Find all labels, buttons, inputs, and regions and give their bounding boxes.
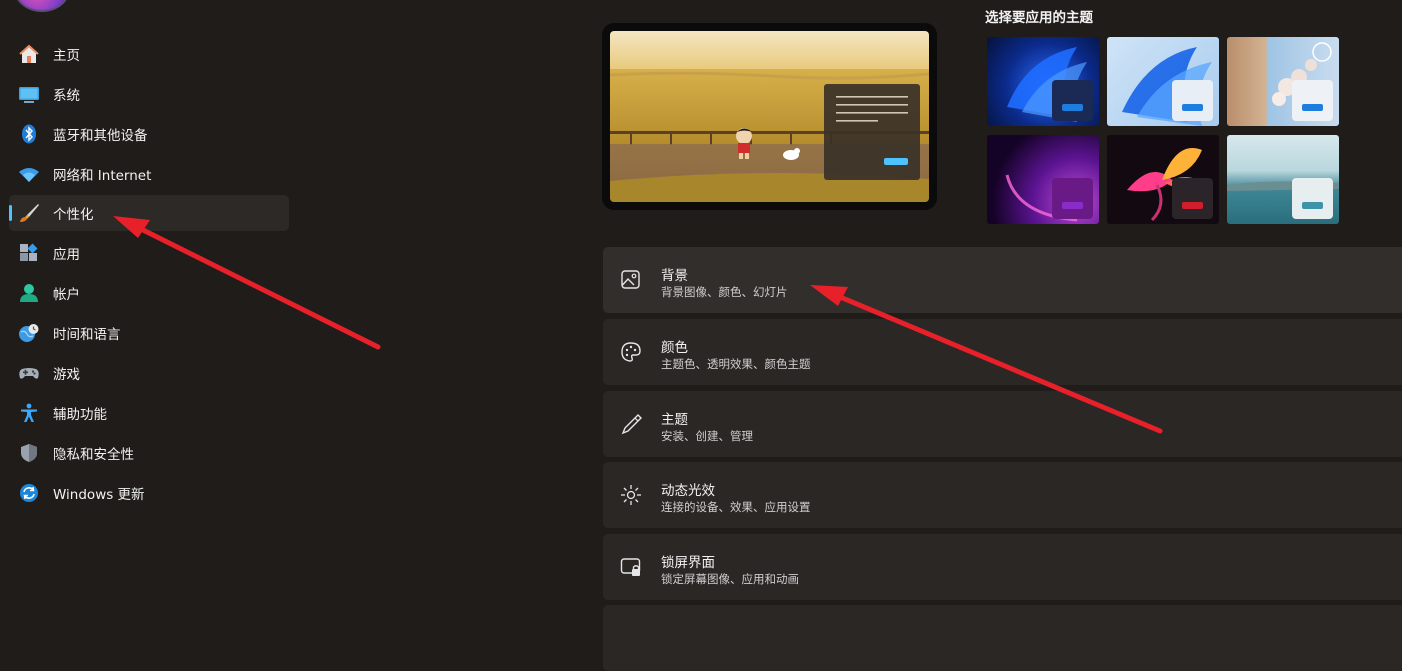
card-title: 背景 — [661, 268, 688, 284]
system-icon — [19, 87, 39, 103]
apps-icon — [20, 243, 38, 261]
card-subtitle: 锁定屏幕图像、应用和动画 — [661, 572, 799, 586]
sidebar-item-label: 应用 — [53, 247, 80, 263]
card-title: 颜色 — [661, 340, 688, 356]
settings-card-dynamic-lighting[interactable]: 动态光效 连接的设备、效果、应用设置 — [603, 462, 1402, 528]
theme-chip — [1052, 178, 1093, 219]
sidebar-item-home[interactable]: 主页 — [9, 36, 289, 72]
card-subtitle: 主题色、透明效果、颜色主题 — [661, 357, 811, 371]
sidebar-item-personalization[interactable]: 个性化 — [9, 195, 289, 231]
preview-wallpaper — [610, 31, 929, 202]
theme-option-windows-light[interactable] — [1107, 37, 1219, 126]
theme-chip — [1292, 178, 1333, 219]
theme-chip — [1292, 80, 1333, 121]
theme-chip — [1172, 178, 1213, 219]
pen-icon — [621, 414, 642, 435]
image-icon — [621, 270, 640, 289]
sidebar-item-label: 蓝牙和其他设备 — [53, 128, 148, 144]
theme-option-flow[interactable] — [1107, 135, 1219, 224]
sidebar-item-label: 主页 — [53, 48, 80, 64]
settings-card-colors[interactable]: 颜色 主题色、透明效果、颜色主题 — [603, 319, 1402, 385]
accessibility-icon — [21, 403, 37, 422]
sidebar-item-bluetooth[interactable]: 蓝牙和其他设备 — [9, 116, 289, 152]
settings-card-next[interactable] — [603, 605, 1402, 671]
home-icon — [19, 44, 39, 63]
theme-preview — [602, 23, 937, 210]
sidebar-item-label: 个性化 — [53, 207, 94, 223]
sidebar-item-label: 辅助功能 — [53, 407, 107, 423]
settings-card-background[interactable]: 背景 背景图像、颜色、幻灯片 — [603, 247, 1402, 313]
theme-chip — [1052, 80, 1093, 121]
sidebar-item-privacy[interactable]: 隐私和安全性 — [9, 435, 289, 471]
card-subtitle: 连接的设备、效果、应用设置 — [661, 500, 811, 514]
theme-chip — [1172, 80, 1213, 121]
theme-picker-title: 选择要应用的主题 — [985, 10, 1093, 26]
sidebar-item-accessibility[interactable]: 辅助功能 — [9, 395, 289, 431]
theme-option-blossom[interactable] — [1227, 37, 1339, 126]
sidebar-item-gaming[interactable]: 游戏 — [9, 355, 289, 391]
lock-screen-icon — [620, 558, 641, 576]
card-title: 动态光效 — [661, 483, 715, 499]
sparkle-icon — [621, 485, 641, 505]
brush-icon — [20, 204, 39, 222]
bluetooth-icon — [22, 124, 36, 144]
card-title: 锁屏界面 — [661, 555, 715, 571]
palette-icon — [621, 342, 641, 362]
sidebar-item-system[interactable]: 系统 — [9, 76, 289, 112]
sidebar-item-apps[interactable]: 应用 — [9, 235, 289, 271]
active-indicator — [9, 205, 12, 221]
sidebar-item-label: 隐私和安全性 — [53, 447, 134, 463]
sidebar-item-network[interactable]: 网络和 Internet — [9, 156, 289, 192]
sidebar-item-windows-update[interactable]: Windows 更新 — [9, 475, 289, 511]
update-icon — [20, 484, 38, 502]
globe-clock-icon — [19, 324, 39, 342]
theme-option-windows-dark[interactable] — [987, 37, 1099, 126]
sidebar-item-time-language[interactable]: 时间和语言 — [9, 315, 289, 351]
sidebar-item-label: 帐户 — [53, 287, 80, 303]
sidebar-item-label: 游戏 — [53, 367, 80, 383]
sidebar-item-label: Windows 更新 — [53, 487, 145, 503]
sidebar-item-accounts[interactable]: 帐户 — [9, 275, 289, 311]
sidebar-item-label: 系统 — [53, 88, 80, 104]
theme-option-captured-motion[interactable] — [1227, 135, 1339, 224]
wifi-icon — [19, 168, 39, 182]
gamepad-icon — [19, 368, 39, 379]
shield-icon — [21, 444, 37, 462]
settings-card-lock-screen[interactable]: 锁屏界面 锁定屏幕图像、应用和动画 — [603, 534, 1402, 600]
card-title: 主题 — [661, 412, 688, 428]
theme-option-glow[interactable] — [987, 135, 1099, 224]
user-avatar[interactable] — [14, 0, 70, 12]
account-icon — [20, 284, 38, 302]
settings-card-themes[interactable]: 主题 安装、创建、管理 — [603, 391, 1402, 457]
card-subtitle: 安装、创建、管理 — [661, 429, 753, 443]
sidebar-item-label: 时间和语言 — [53, 327, 121, 343]
sidebar-item-label: 网络和 Internet — [53, 168, 152, 184]
card-subtitle: 背景图像、颜色、幻灯片 — [661, 285, 788, 299]
